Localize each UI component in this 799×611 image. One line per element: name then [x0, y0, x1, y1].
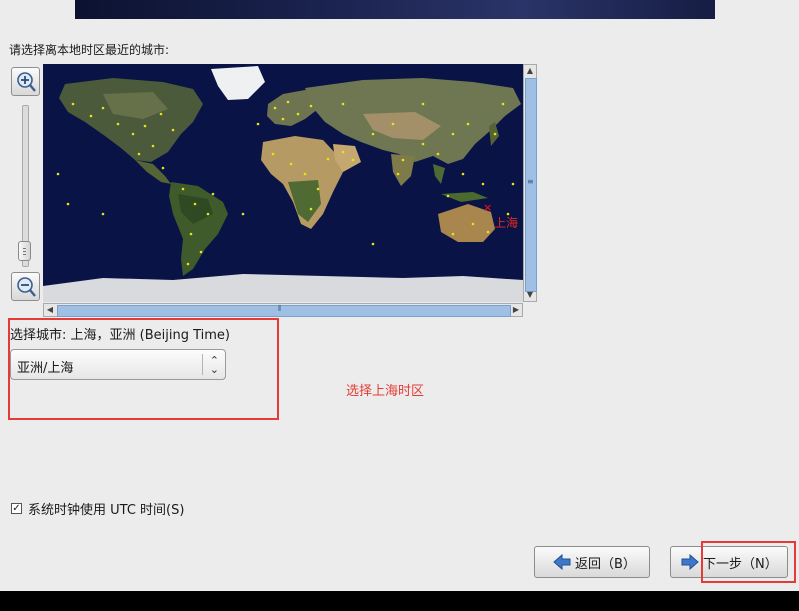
scroll-up-arrow-icon[interactable]: ▲	[524, 65, 536, 77]
annotation-box-timezone	[8, 318, 279, 420]
scroll-grip-icon: ≡	[527, 177, 534, 186]
selected-city-marker: ×	[483, 201, 493, 214]
world-map-image	[43, 64, 523, 302]
scroll-grip-icon: ⦀	[278, 304, 282, 313]
forward-arrow-icon	[681, 554, 699, 570]
utc-checkbox-label: 系统时钟使用 UTC 时间(S)	[28, 503, 185, 518]
scroll-down-arrow-icon[interactable]: ▼	[524, 289, 536, 301]
annotation-text: 选择上海时区	[346, 384, 425, 399]
map-vertical-scrollbar[interactable]: ▲ ≡ ▼	[523, 64, 537, 302]
header-banner	[75, 0, 715, 19]
zoom-out-icon	[17, 277, 36, 297]
bottom-bar	[0, 591, 799, 611]
scroll-right-arrow-icon[interactable]: ▶	[510, 304, 522, 316]
timezone-prompt: 请选择离本地时区最近的城市:	[9, 43, 170, 57]
back-arrow-icon	[553, 554, 571, 570]
annotation-box-next	[701, 541, 796, 583]
utc-checkbox-row[interactable]: ✓ 系统时钟使用 UTC 时间(S)	[11, 499, 184, 518]
scroll-left-arrow-icon[interactable]: ◀	[44, 304, 56, 316]
installer-page: 请选择离本地时区最近的城市: × 上海 ▲ ≡ ▼ ◀ ⦀ ▶ 选择城市: 上海…	[0, 0, 799, 591]
zoom-in-icon	[17, 72, 36, 92]
selected-city-label: 上海	[494, 216, 519, 230]
back-button-label: 返回（B）	[575, 556, 636, 572]
utc-checkbox[interactable]: ✓	[11, 503, 22, 514]
back-button[interactable]: 返回（B）	[534, 546, 650, 578]
map-horizontal-scroll-thumb[interactable]	[57, 305, 511, 317]
world-map[interactable]: × 上海	[43, 64, 523, 302]
map-horizontal-scrollbar[interactable]: ◀ ⦀ ▶	[43, 303, 523, 317]
zoom-in-button[interactable]	[11, 67, 40, 96]
zoom-slider-thumb[interactable]	[18, 241, 31, 261]
zoom-out-button[interactable]	[11, 272, 40, 301]
